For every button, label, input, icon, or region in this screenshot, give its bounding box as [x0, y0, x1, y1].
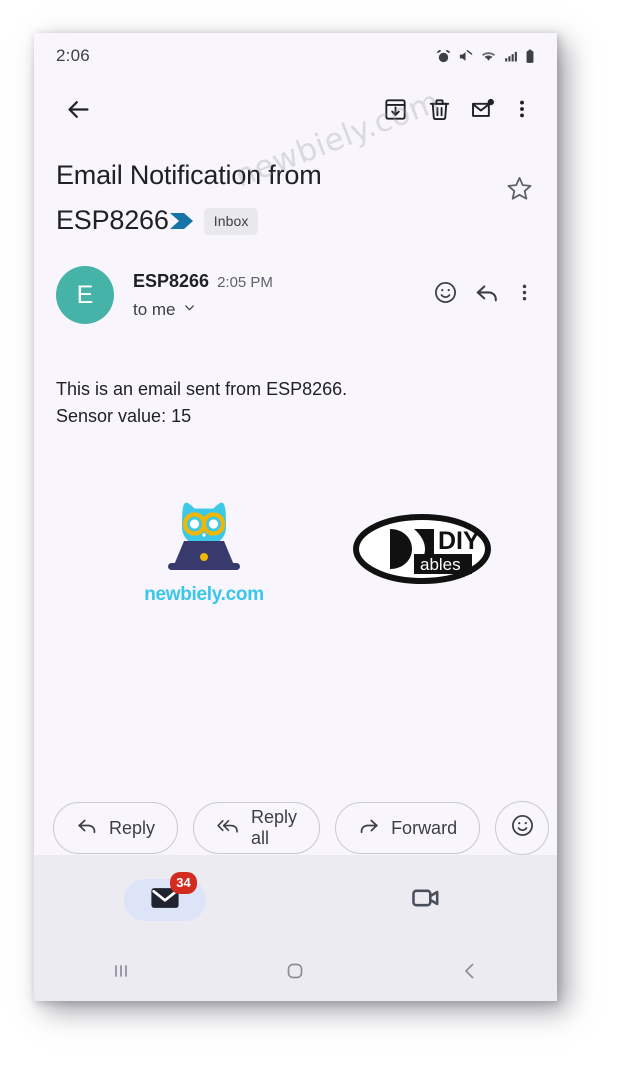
archive-icon	[383, 97, 408, 122]
avatar[interactable]: E	[56, 266, 114, 325]
delete-button[interactable]	[417, 87, 461, 131]
diyables-mark-icon: DIY ables	[352, 514, 492, 589]
alarm-icon	[436, 49, 451, 64]
emoji-reaction-button[interactable]	[495, 801, 550, 855]
status-bar-clock: 2:06	[56, 46, 90, 65]
status-bar: 2:06	[34, 33, 557, 79]
home-icon	[283, 959, 307, 988]
mail-nav-indicator: 34	[123, 872, 206, 921]
sender-line: ESP8266 2:05 PM	[133, 271, 425, 292]
star-button[interactable]	[499, 171, 539, 211]
forward-pill-label: Forward	[391, 817, 458, 838]
reply-arrow-icon	[474, 280, 500, 311]
signature-logos: newbiely.com DIY ables	[56, 430, 535, 606]
mark-unread-icon	[470, 96, 496, 122]
owl-laptop-icon	[158, 503, 250, 581]
star-outline-icon	[506, 175, 533, 207]
smiley-icon	[433, 280, 458, 310]
mail-unread-badge: 34	[170, 872, 197, 894]
reply-pill-button[interactable]: Reply	[53, 802, 179, 854]
label-chip-inbox[interactable]: Inbox	[203, 208, 259, 236]
archive-button[interactable]	[373, 87, 417, 131]
diyables-logo: DIY ables	[352, 513, 492, 590]
back-button[interactable]	[56, 87, 100, 131]
phone-screenshot: 2:06 Email Notification from ESP8266 Inb…	[34, 33, 557, 1001]
email-body: This is an email sent from ESP8266. Sens…	[34, 324, 557, 606]
recipient-label: to me	[133, 299, 176, 319]
home-button[interactable]	[208, 959, 382, 988]
reply-button[interactable]	[467, 275, 507, 315]
trash-icon	[427, 97, 452, 122]
battery-icon	[525, 49, 535, 64]
sender-info: ESP8266 2:05 PM to me	[133, 271, 425, 320]
add-reaction-button[interactable]	[425, 275, 465, 315]
sender-row: E ESP8266 2:05 PM to me	[34, 244, 557, 325]
chevron-down-icon	[182, 300, 197, 320]
recents-button[interactable]	[34, 959, 208, 988]
important-marker-icon	[169, 199, 195, 244]
subject-block: Email Notification from ESP8266 Inbox	[34, 139, 557, 244]
svg-text:ables: ables	[420, 555, 461, 574]
mark-unread-button[interactable]	[461, 87, 505, 131]
status-bar-icons	[436, 49, 535, 64]
reply-all-pill-label: Reply all	[251, 807, 298, 848]
back-button[interactable]	[383, 959, 557, 988]
reply-action-bar: Reply Reply all Forward	[34, 801, 557, 855]
mute-icon	[458, 49, 473, 64]
more-vertical-icon	[514, 282, 535, 308]
email-subject: Email Notification from ESP8266 Inbox	[56, 153, 499, 244]
svg-text:DIY: DIY	[438, 527, 480, 555]
sender-actions	[425, 275, 539, 315]
message-overflow-button[interactable]	[509, 275, 539, 315]
subject-line-2: ESP8266	[56, 205, 169, 235]
reply-arrow-icon	[76, 815, 98, 842]
nav-item-mail[interactable]: 34	[34, 872, 296, 921]
smiley-icon	[510, 813, 535, 843]
bottom-navigation-bar: 34	[34, 855, 557, 945]
sender-timestamp: 2:05 PM	[217, 273, 273, 291]
wifi-icon	[480, 49, 497, 64]
toolbar-overflow-button[interactable]	[505, 87, 539, 131]
sender-name: ESP8266	[133, 270, 210, 291]
newbiely-wordmark: newbiely.com	[144, 584, 264, 606]
reply-pill-label: Reply	[109, 817, 156, 838]
newbiely-logo: newbiely.com	[124, 497, 284, 606]
more-vertical-icon	[511, 98, 533, 120]
recipient-expander[interactable]: to me	[133, 300, 425, 320]
body-line: This is an email sent from ESP8266.	[56, 379, 348, 400]
forward-pill-button[interactable]: Forward	[335, 802, 481, 854]
recents-icon	[109, 959, 133, 988]
body-line: Sensor value: 15	[56, 406, 192, 427]
back-arrow-icon	[65, 96, 92, 123]
subject-meta: Inbox	[169, 199, 259, 244]
nav-item-meet[interactable]	[296, 882, 558, 919]
back-chevron-icon	[458, 959, 482, 988]
signal-icon	[504, 49, 518, 64]
video-camera-icon	[410, 882, 442, 919]
forward-arrow-icon	[358, 815, 380, 842]
reply-all-arrow-icon	[216, 815, 240, 842]
reply-all-pill-button[interactable]: Reply all	[193, 802, 321, 854]
app-toolbar	[34, 79, 557, 139]
android-system-nav	[34, 945, 557, 1001]
subject-line-1: Email Notification from	[56, 160, 322, 190]
